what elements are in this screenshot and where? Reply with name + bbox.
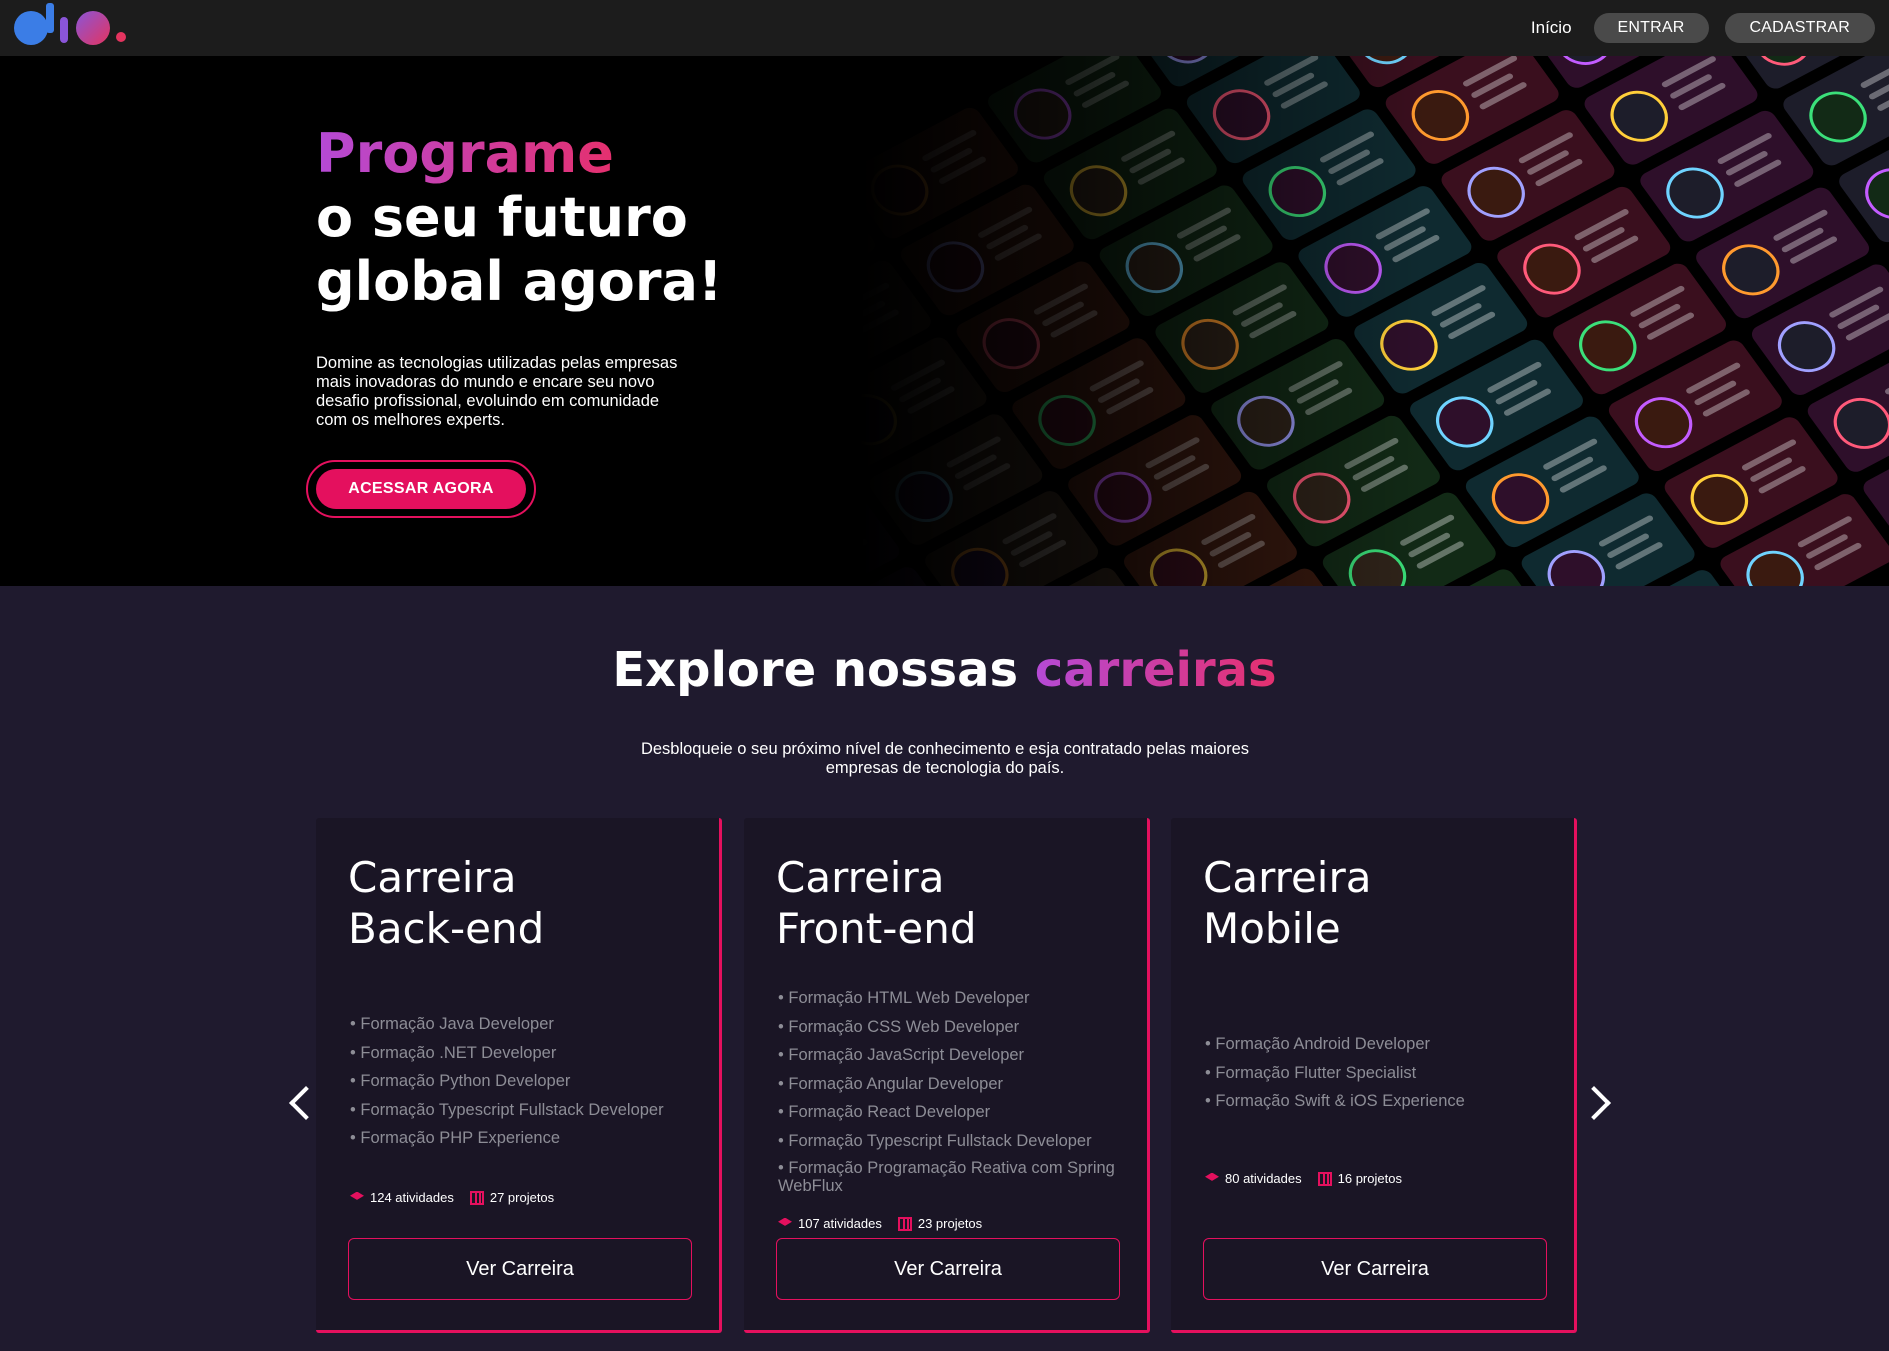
hero-title-accent: Programe: [316, 122, 614, 185]
card-title-line2: Mobile: [1203, 904, 1341, 953]
list-item: Formação Angular Developer: [778, 1074, 1118, 1094]
list-item: Formação HTML Web Developer: [778, 988, 1118, 1008]
careers-title-main: Explore nossas: [612, 642, 1035, 698]
projects-count: 27 projetos: [489, 1190, 555, 1205]
career-card-backend: Carreira Back-end Formação Java Develope…: [316, 818, 722, 1333]
list-item: Formação CSS Web Developer: [778, 1017, 1118, 1037]
view-career-button[interactable]: Ver Carreira: [1203, 1238, 1547, 1300]
view-career-button[interactable]: Ver Carreira: [348, 1238, 692, 1300]
card-title-line1: Carreira: [776, 853, 945, 902]
activities-count: 80 atividades: [1225, 1171, 1302, 1186]
project-board-icon: [1317, 1171, 1332, 1186]
view-career-button[interactable]: Ver Carreira: [776, 1238, 1120, 1300]
dio-logo[interactable]: [14, 0, 126, 56]
card-title-line2: Back-end: [348, 904, 545, 953]
nav-home-link[interactable]: Início: [1531, 18, 1572, 38]
activities-count: 124 atividades: [370, 1190, 454, 1205]
hero-title: Programe o seu futuro global agora!: [316, 122, 723, 314]
card-title: Carreira Front-end: [776, 852, 977, 954]
card-stats: 124 atividades 27 projetos: [350, 1190, 554, 1205]
graduation-cap-icon: [778, 1217, 792, 1226]
careers-title: Explore nossas carreiras: [0, 642, 1889, 698]
card-title-line1: Carreira: [348, 853, 517, 902]
projects-count: 16 projetos: [1337, 1171, 1402, 1186]
graduation-cap-icon: [350, 1191, 364, 1200]
list-item: Formação React Developer: [778, 1102, 1118, 1122]
list-item: Formação Flutter Specialist: [1205, 1063, 1465, 1083]
chevron-right-icon[interactable]: [1582, 1082, 1612, 1122]
nav-links: Início ENTRAR CADASTRAR: [1531, 13, 1875, 43]
list-item: Formação Java Developer: [350, 1014, 664, 1034]
list-item: Formação Typescript Fullstack Developer: [350, 1100, 663, 1120]
projects-count: 23 projetos: [917, 1216, 983, 1231]
card-title: Carreira Mobile: [1203, 852, 1371, 954]
activities-count: 107 atividades: [798, 1216, 882, 1231]
card-title-line1: Carreira: [1203, 853, 1372, 902]
hero-title-line3: global agora!: [316, 250, 723, 313]
list-item: Formação Typescript Fullstack Developer: [778, 1131, 1118, 1151]
chevron-left-icon[interactable]: [284, 1082, 314, 1122]
career-card-mobile: Carreira Mobile Formação Android Develop…: [1171, 818, 1577, 1333]
card-title-line2: Front-end: [776, 904, 977, 953]
list-item: Formação JavaScript Developer: [778, 1045, 1118, 1065]
project-board-icon: [469, 1190, 484, 1205]
list-item: Formação Python Developer: [350, 1071, 664, 1091]
course-list: Formação HTML Web Developer Formação CSS…: [778, 988, 1118, 1204]
project-board-icon: [897, 1216, 912, 1231]
card-stats: 80 atividades 16 projetos: [1205, 1171, 1402, 1186]
graduation-cap-icon: [1205, 1172, 1219, 1181]
career-card-frontend: Carreira Front-end Formação HTML Web Dev…: [744, 818, 1150, 1333]
list-item: Formação PHP Experience: [350, 1128, 664, 1148]
signup-button[interactable]: CADASTRAR: [1724, 13, 1875, 43]
card-title: Carreira Back-end: [348, 852, 544, 954]
hero-title-line2: o seu futuro: [316, 186, 688, 249]
card-stats: 107 atividades 23 projetos: [778, 1216, 982, 1231]
careers-description: Desbloqueie o seu próximo nível de conhe…: [640, 740, 1250, 777]
hero-section: [0, 56, 1889, 586]
list-item: Formação .NET Developer: [350, 1043, 664, 1063]
top-navbar: Início ENTRAR CADASTRAR: [0, 0, 1889, 56]
list-item: Formação Programação Reativa com Spring …: [778, 1159, 1118, 1195]
access-now-button[interactable]: ACESSAR AGORA: [316, 469, 526, 509]
hero-description: Domine as tecnologias utilizadas pelas e…: [316, 354, 678, 429]
list-item: Formação Swift & iOS Experience: [1205, 1091, 1464, 1111]
list-item: Formação Android Developer: [1205, 1034, 1465, 1054]
cta-outline: ACESSAR AGORA: [306, 460, 536, 518]
hero-badges-image: [860, 56, 1889, 586]
careers-title-accent: carreiras: [1034, 642, 1277, 698]
course-list: Formação Java Developer Formação .NET De…: [350, 1014, 664, 1157]
course-list: Formação Android Developer Formação Flut…: [1205, 1034, 1465, 1120]
login-button[interactable]: ENTRAR: [1593, 13, 1709, 43]
